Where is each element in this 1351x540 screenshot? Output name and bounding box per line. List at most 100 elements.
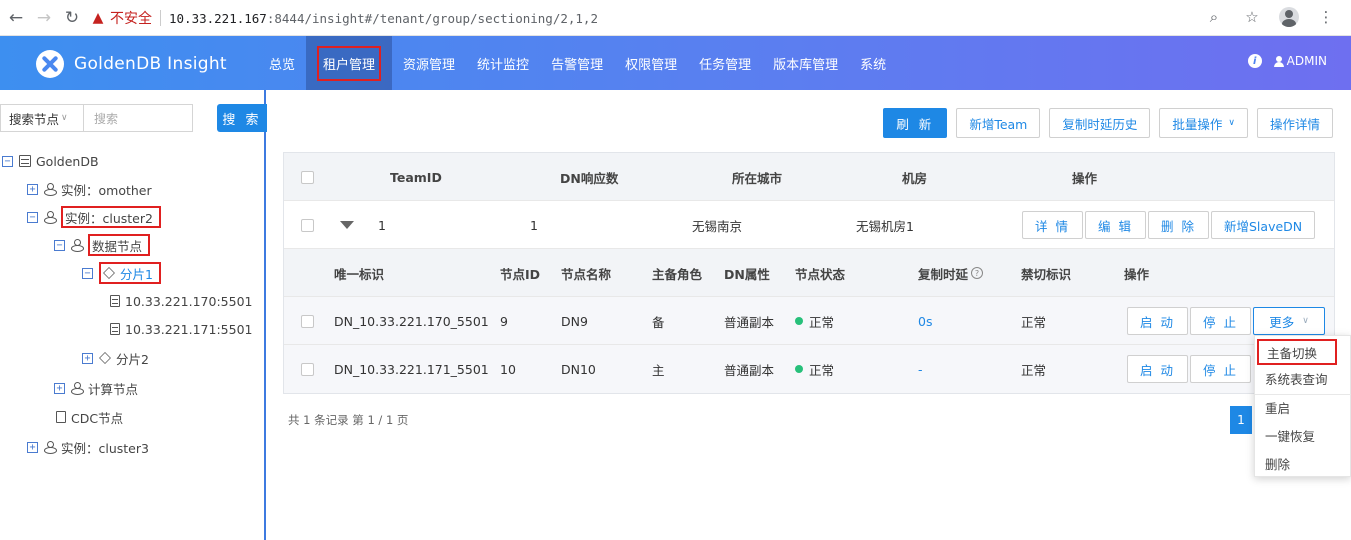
menu-resource[interactable]: 资源管理: [392, 36, 466, 90]
dn-node-name: DN9: [561, 313, 588, 329]
dn-table-header: 唯一标识 节点ID 节点名称 主备角色 DN属性 节点状态 复制时延? 禁切标识…: [284, 249, 1334, 297]
cluster-icon: [71, 382, 84, 395]
row-checkbox[interactable]: [301, 218, 314, 232]
status-ok-dot: [795, 365, 803, 373]
help-icon[interactable]: ?: [971, 267, 984, 279]
select-all-checkbox[interactable]: [301, 170, 314, 184]
collapse-triangle-icon[interactable]: [340, 221, 354, 229]
dn-delay-link[interactable]: 0s: [918, 297, 932, 345]
tree-node-cdc[interactable]: CDC节点: [56, 406, 123, 428]
cluster-icon: [44, 183, 57, 196]
menu-task[interactable]: 任务管理: [688, 36, 762, 90]
menu-monitor[interactable]: 统计监控: [466, 36, 540, 90]
chevron-down-icon: ∨: [61, 113, 68, 123]
stop-button[interactable]: 停 止: [1190, 355, 1251, 383]
row-checkbox[interactable]: [301, 314, 314, 328]
more-button[interactable]: 更多 ∨: [1253, 307, 1325, 335]
tree-node-host2[interactable]: 10.33.221.171:5501: [110, 318, 252, 340]
row-checkbox[interactable]: [301, 362, 314, 376]
collapse-icon[interactable]: −: [27, 211, 38, 223]
add-slave-dn-button[interactable]: 新增SlaveDN: [1211, 211, 1316, 239]
dn-delay-link[interactable]: -: [918, 345, 923, 393]
collapse-icon[interactable]: −: [2, 155, 13, 167]
table-row: DN_10.33.221.171_5501 10 DN10 主 普通副本 正常 …: [284, 345, 1334, 393]
server-icon: [110, 323, 120, 335]
menu-tenant[interactable]: 租户管理: [306, 36, 393, 90]
menu-item-switchover[interactable]: 主备切换: [1257, 339, 1337, 365]
operation-detail-button[interactable]: 操作详情: [1256, 108, 1333, 138]
tree-node-instance-cluster2[interactable]: − 实例：cluster2: [27, 206, 161, 228]
search-type-select[interactable]: 搜索节点 ∨: [0, 104, 84, 132]
detail-button[interactable]: 详 情: [1022, 211, 1083, 239]
zoom-icon[interactable]: ⌕: [1203, 6, 1225, 28]
tree-node-data-nodes[interactable]: − 数据节点: [54, 234, 151, 256]
dn-attr: 普通副本: [724, 314, 775, 330]
dn-node-name: DN10: [561, 361, 596, 377]
chevron-down-icon: ∨: [1228, 118, 1235, 128]
layers-icon: [99, 352, 111, 364]
batch-operation-button[interactable]: 批量操作 ∨: [1159, 108, 1248, 138]
start-button[interactable]: 启 动: [1127, 355, 1188, 383]
insecure-label: 不安全: [110, 11, 152, 27]
delete-button[interactable]: 删 除: [1148, 211, 1209, 239]
menu-item-system-table-query[interactable]: 系统表查询: [1255, 365, 1351, 391]
bookmark-star-icon[interactable]: ☆: [1241, 6, 1263, 28]
menu-alarm[interactable]: 告警管理: [540, 36, 614, 90]
tree-node-instance-cluster3[interactable]: + 实例：cluster3: [27, 436, 149, 458]
menu-permission[interactable]: 权限管理: [614, 36, 688, 90]
tree-node-host1[interactable]: 10.33.221.170:5501: [110, 290, 252, 312]
search-input[interactable]: 搜索: [84, 104, 193, 132]
kebab-menu-icon[interactable]: ⋮: [1315, 6, 1337, 28]
reload-icon[interactable]: ↻: [60, 6, 84, 30]
back-arrow-icon[interactable]: ←: [4, 6, 28, 30]
collapse-icon[interactable]: −: [54, 239, 65, 251]
tree-node-instance-omother[interactable]: + 实例：omother: [27, 178, 152, 200]
page-current[interactable]: 1: [1230, 406, 1252, 434]
tree-node-compute[interactable]: + 计算节点: [54, 377, 138, 399]
col-delay-label: 复制时延: [918, 266, 969, 282]
cluster-icon: [44, 441, 57, 454]
tree-node-shard2[interactable]: + 分片2: [82, 347, 149, 369]
profile-avatar-icon[interactable]: [1279, 7, 1299, 27]
main-content: 刷 新 新增Team 复制时延历史 批量操作 ∨ 操作详情 TeamID DN响…: [268, 90, 1351, 540]
info-icon[interactable]: i: [1247, 54, 1262, 68]
goldendb-logo-icon: [36, 50, 64, 78]
collapse-icon[interactable]: −: [82, 267, 93, 279]
edit-button[interactable]: 编 辑: [1085, 211, 1146, 239]
tree-node-shard1[interactable]: − 分片1: [82, 262, 161, 284]
menu-version[interactable]: 版本库管理: [762, 36, 849, 90]
menu-item-one-click-recover[interactable]: 一键恢复: [1255, 422, 1351, 448]
url-divider: [160, 10, 161, 26]
dn-status: 正常: [795, 345, 834, 393]
tree-label-data-nodes: 数据节点: [92, 238, 143, 254]
expand-icon[interactable]: +: [27, 183, 38, 195]
menu-item-delete[interactable]: 删除: [1255, 450, 1351, 476]
col-delay: 复制时延?: [918, 249, 984, 297]
start-button[interactable]: 启 动: [1127, 307, 1188, 335]
room-value: 无锡机房1: [856, 218, 914, 234]
refresh-button[interactable]: 刷 新: [883, 108, 948, 138]
col-cutover: 禁切标识: [1021, 266, 1072, 282]
menu-system[interactable]: 系统: [849, 36, 897, 90]
user-menu[interactable]: ADMIN: [1273, 54, 1327, 68]
server-icon: [110, 295, 120, 307]
layers-icon: [103, 267, 115, 279]
expand-icon[interactable]: +: [27, 441, 38, 453]
expand-icon[interactable]: +: [54, 382, 65, 394]
dn-uid: DN_10.33.221.170_5501: [334, 313, 489, 329]
app-logo[interactable]: GoldenDB Insight: [36, 50, 227, 78]
search-button[interactable]: 搜 索: [217, 104, 267, 132]
tree-label-host1: 10.33.221.170:5501: [125, 293, 253, 309]
menu-item-restart[interactable]: 重启: [1255, 394, 1351, 420]
tree-node-root[interactable]: − GoldenDB: [2, 150, 99, 172]
dn-node-id: 10: [500, 361, 516, 377]
document-icon: [56, 411, 66, 423]
menu-overview[interactable]: 总览: [258, 36, 306, 90]
address-bar[interactable]: ▲ 不安全 10.33.221.167:8444/insight#/tenant…: [90, 4, 1270, 32]
stop-button[interactable]: 停 止: [1190, 307, 1251, 335]
add-team-button[interactable]: 新增Team: [956, 108, 1041, 138]
copy-delay-history-button[interactable]: 复制时延历史: [1049, 108, 1151, 138]
expand-icon[interactable]: +: [82, 352, 93, 364]
more-button-label: 更多: [1269, 314, 1295, 330]
forward-arrow-icon[interactable]: →: [32, 6, 56, 30]
